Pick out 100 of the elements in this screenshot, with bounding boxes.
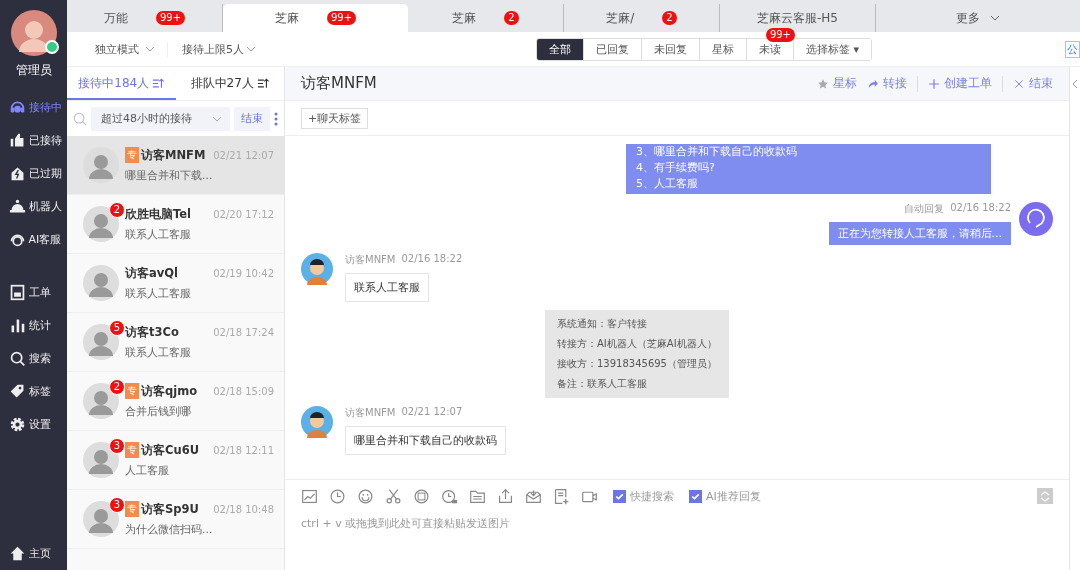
- message-preview: 哪里合并和下载...: [125, 168, 214, 183]
- limit-dropdown[interactable]: 接待上限5人: [168, 41, 268, 57]
- message-preview: 联系人工客服: [125, 285, 192, 301]
- tab[interactable]: 芝麻/ 2: [564, 4, 720, 32]
- sidebar-item[interactable]: 已过期: [2, 157, 65, 190]
- sender-name: 访客MNFM: [345, 406, 396, 420]
- conversation-item[interactable]: 专 访客MNFM 02/21 12:07 哪里合并和下载...: [67, 136, 284, 195]
- filter-button[interactable]: 全部: [537, 38, 583, 60]
- collapse-icon[interactable]: [1072, 79, 1078, 89]
- chevron-icon: [990, 15, 1000, 21]
- sidebar-item[interactable]: AI客服: [2, 223, 65, 256]
- tag-label: 专: [125, 147, 139, 163]
- timestamp: 02/21 12:07: [213, 149, 274, 161]
- sender-name: 自动回复: [904, 202, 945, 216]
- upload-icon[interactable]: [497, 487, 514, 505]
- conversation-item[interactable]: 3 专 访客Cu6U 02/18 12:11 人工客服: [67, 431, 284, 490]
- user-avatar[interactable]: [10, 10, 57, 56]
- visitor-name: 访客MNFM: [141, 147, 206, 163]
- more-tab[interactable]: 更多: [876, 4, 1080, 32]
- tab[interactable]: 芝麻 2: [408, 4, 564, 32]
- chevron-icon: [145, 46, 155, 52]
- smiley-icon[interactable]: [357, 487, 374, 505]
- note-icon[interactable]: [553, 487, 570, 505]
- conversation-item[interactable]: 2 专 访客qjmo 02/18 15:09 合并后钱到哪: [67, 372, 284, 431]
- conversation-item[interactable]: 访客avQl 02/19 10:42 联系人工客服: [67, 254, 284, 313]
- plus-icon: [928, 77, 940, 90]
- user-name: 管理员: [15, 62, 52, 79]
- sidebar-item[interactable]: 已接待: [2, 124, 65, 157]
- conversation-item[interactable]: 3 专 访客Sp9U 02/18 10:48 为什么微信扫码...: [67, 490, 284, 549]
- count-badge: 99+: [326, 11, 357, 25]
- tag-label: 专: [125, 501, 139, 517]
- count-badge: 2: [504, 11, 519, 25]
- tag-icon: [8, 383, 26, 400]
- notice-line: 转接方：AI机器人（芝麻AI机器人）: [557, 337, 717, 351]
- chat-tag-button[interactable]: +聊天标签: [301, 107, 369, 129]
- message-bubble: 正在为您转接人工客服，请稍后...: [828, 222, 1011, 245]
- sidebar-item[interactable]: 机器人: [2, 190, 65, 223]
- home-item[interactable]: 主页: [2, 537, 65, 570]
- form-icon: [8, 284, 26, 301]
- mode-dropdown[interactable]: 独立模式: [67, 41, 168, 57]
- message-preview: 联系人工客服: [125, 226, 192, 242]
- conversation-item[interactable]: 2 欣胜电脑Tel 02/20 17:12 联系人工客服: [67, 195, 284, 254]
- search-icon: [8, 350, 26, 367]
- chevron-icon: [212, 115, 222, 122]
- message-line: 4、有手续费吗?: [636, 160, 716, 176]
- timestamp: 02/18 17:24: [213, 326, 274, 338]
- queue-tab[interactable]: 接待中184人: [67, 67, 176, 100]
- timestamp: 02/20 17:12: [213, 208, 274, 220]
- timestamp: 02/19 10:42: [213, 267, 274, 279]
- unread-badge: 2: [108, 379, 125, 395]
- robot-icon: [8, 198, 26, 215]
- timestamp: 02/16 18:22: [401, 253, 463, 266]
- sender-name: 访客MNFM: [345, 253, 396, 267]
- search-icon[interactable]: [73, 111, 87, 126]
- message-line: 5、人工客服: [636, 176, 699, 192]
- tab[interactable]: 芝麻 99+: [223, 4, 408, 32]
- chat-title: 访客MNFM: [301, 74, 377, 93]
- timestamp: 02/21 12:07: [401, 406, 463, 419]
- notice-line: 接收方：13918345695（管理员）: [557, 357, 717, 371]
- message-preview: 为什么微信扫码...: [125, 522, 214, 537]
- thumbs-up-icon: [8, 132, 26, 149]
- message-line: 3、哪里合并和下载自己的收款码: [636, 144, 798, 160]
- notice-link[interactable]: 公: [1065, 40, 1080, 58]
- conversation-item[interactable]: 5 访客t3Co 02/18 17:24 联系人工客服: [67, 313, 284, 372]
- chevron-icon: [246, 46, 256, 52]
- sidebar-item[interactable]: 接待中: [2, 91, 65, 124]
- more-icon[interactable]: [274, 111, 278, 126]
- visitor-name: 访客Sp9U: [141, 501, 199, 517]
- home-icon: [8, 545, 26, 562]
- sidebar-item[interactable]: 设置: [2, 408, 65, 441]
- time-filter-dropdown[interactable]: 超过48小时的接待: [91, 106, 230, 131]
- unread-badge: 5: [108, 320, 125, 336]
- notice-line: 系统通知：客户转接: [557, 317, 648, 331]
- visitor-name: 访客Cu6U: [141, 442, 199, 458]
- tab[interactable]: 万能 99+: [67, 4, 223, 32]
- queue-tab[interactable]: 排队中27人: [175, 67, 284, 100]
- sidebar-item[interactable]: 工单: [2, 276, 65, 309]
- end-button[interactable]: 结束: [234, 106, 270, 131]
- unread-badge: 2: [108, 202, 125, 218]
- bot-avatar-icon: [1019, 202, 1053, 236]
- timestamp: 02/18 10:48: [213, 503, 274, 515]
- timestamp: 02/16 18:22: [950, 202, 1011, 215]
- timestamp: 02/18 15:09: [213, 385, 274, 397]
- scissors-icon[interactable]: [385, 487, 402, 505]
- tag-label: 专: [125, 442, 139, 458]
- unread-badge: 3: [108, 438, 125, 454]
- sidebar-item[interactable]: 标签: [2, 375, 65, 408]
- tag-label: 专: [125, 383, 139, 399]
- message-preview: 合并后钱到哪: [125, 404, 192, 419]
- count-badge: 99+: [155, 11, 186, 25]
- clock-icon[interactable]: [329, 487, 346, 505]
- visitor-name: 欣胜电脑Tel: [125, 206, 192, 222]
- chart-icon[interactable]: [301, 487, 318, 505]
- history-icon[interactable]: [441, 487, 458, 505]
- message-bubble: 联系人工客服: [345, 273, 429, 302]
- sidebar-item[interactable]: 搜索: [2, 342, 65, 375]
- sort-icon: [152, 78, 165, 89]
- sidebar-item[interactable]: 统计: [2, 309, 65, 342]
- visitor-name: 访客qjmo: [141, 383, 198, 399]
- star-icon: [817, 77, 829, 90]
